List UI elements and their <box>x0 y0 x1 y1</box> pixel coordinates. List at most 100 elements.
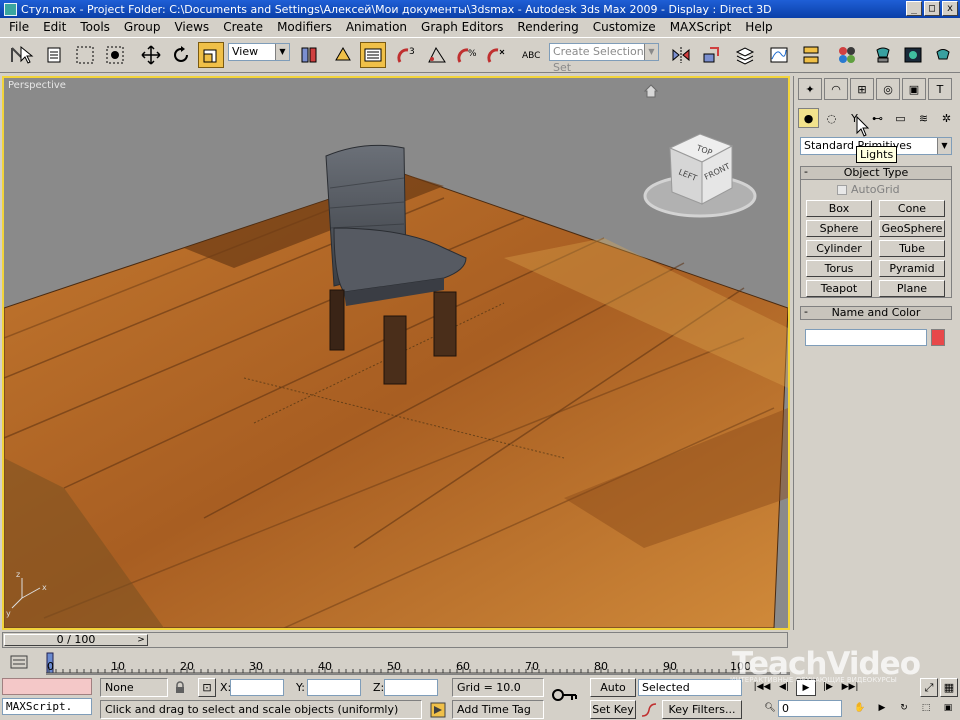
set-key-button[interactable]: Set Key <box>590 700 636 719</box>
menu-file[interactable]: File <box>2 20 36 34</box>
minimize-button[interactable]: _ <box>906 1 922 16</box>
track-bar-ruler[interactable]: 0 10 20 30 40 50 60 70 80 90 100 <box>46 651 790 675</box>
menu-views[interactable]: Views <box>167 20 216 34</box>
perspective-viewport[interactable]: z x y Perspective TOP LEFT FRONT <box>2 76 790 630</box>
maxscript-listener-pink[interactable] <box>2 678 92 695</box>
home-icon[interactable] <box>644 84 658 98</box>
maxscript-mini-listener[interactable]: MAXScript. <box>2 698 92 715</box>
zoom-icon[interactable]: 🔍︎ <box>760 700 780 717</box>
mirror-icon[interactable] <box>668 42 694 68</box>
absolute-mode-transform-icon[interactable]: ⊡ <box>198 678 216 697</box>
menu-group[interactable]: Group <box>117 20 168 34</box>
create-tab-icon[interactable]: ✦ <box>798 78 822 100</box>
motion-tab-icon[interactable]: ◎ <box>876 78 900 100</box>
tube-button[interactable]: Tube <box>879 240 945 257</box>
select-manipulate-icon[interactable] <box>330 42 356 68</box>
viewport-label[interactable]: Perspective <box>8 80 66 91</box>
plane-button[interactable]: Plane <box>879 280 945 297</box>
quick-render-icon[interactable] <box>930 42 956 68</box>
pyramid-button[interactable]: Pyramid <box>879 260 945 277</box>
key-mode-select[interactable]: Selected <box>638 679 742 696</box>
utilities-tab-icon[interactable]: T <box>928 78 952 100</box>
orbit-icon[interactable]: ↻ <box>894 700 914 717</box>
track-bar[interactable]: 0 10 20 30 40 50 60 70 80 90 100 <box>0 651 790 675</box>
key-mode-toggle-icon[interactable]: ⤢ <box>920 678 938 697</box>
named-selection-set-select[interactable]: Create Selection Set ▼ <box>549 43 659 74</box>
edit-named-selection-icon[interactable]: ABC <box>518 42 544 68</box>
region-select-icon[interactable] <box>72 42 98 68</box>
time-slider[interactable]: 0 / 100 > <box>2 632 788 648</box>
add-time-tag[interactable]: Add Time Tag <box>452 700 544 719</box>
y-coordinate-input[interactable] <box>307 679 361 696</box>
material-editor-icon[interactable] <box>834 42 860 68</box>
rendered-frame-window-icon[interactable] <box>900 42 926 68</box>
time-slider-left-arrow[interactable] <box>2 634 14 646</box>
cone-button[interactable]: Cone <box>879 200 945 217</box>
time-configuration-icon[interactable]: ▦ <box>940 678 958 697</box>
menu-edit[interactable]: Edit <box>36 20 73 34</box>
box-button[interactable]: Box <box>806 200 872 217</box>
window-crossing-icon[interactable] <box>102 42 128 68</box>
chevron-right-icon[interactable]: > <box>135 634 147 646</box>
systems-subtab-icon[interactable]: ✲ <box>936 108 957 128</box>
object-color-swatch[interactable] <box>931 329 945 346</box>
menu-customize[interactable]: Customize <box>586 20 663 34</box>
key-filters-button[interactable]: Key Filters... <box>662 700 742 719</box>
reference-coord-select[interactable]: View ▼ <box>228 43 290 61</box>
menu-create[interactable]: Create <box>216 20 270 34</box>
menu-rendering[interactable]: Rendering <box>510 20 585 34</box>
pivot-center-icon[interactable] <box>296 42 322 68</box>
z-coordinate-input[interactable] <box>384 679 438 696</box>
geometry-subtab-icon[interactable]: ● <box>798 108 819 128</box>
x-coordinate-input[interactable] <box>230 679 284 696</box>
angle-snap-icon[interactable] <box>424 42 450 68</box>
mini-curve-editor-icon[interactable] <box>10 655 28 669</box>
schematic-view-icon[interactable] <box>798 42 824 68</box>
display-tab-icon[interactable]: ▣ <box>902 78 926 100</box>
scale-icon[interactable] <box>198 42 224 68</box>
select-object-icon[interactable] <box>14 42 40 68</box>
cylinder-button[interactable]: Cylinder <box>806 240 872 257</box>
close-button[interactable]: x <box>942 1 958 16</box>
object-name-input[interactable] <box>805 329 927 346</box>
teapot-button[interactable]: Teapot <box>806 280 872 297</box>
cameras-subtab-icon[interactable]: ⊷ <box>867 108 888 128</box>
object-type-rollout-header[interactable]: - Object Type <box>800 166 952 180</box>
spinner-snap-icon[interactable] <box>484 42 510 68</box>
current-frame-input[interactable]: 0 <box>778 700 842 717</box>
default-in-out-tangents-icon[interactable] <box>640 702 658 718</box>
field-of-view-icon[interactable]: ▶ <box>872 700 892 717</box>
auto-key-button[interactable]: Auto Key <box>590 678 636 711</box>
menu-graph-editors[interactable]: Graph Editors <box>414 20 510 34</box>
percent-snap-icon[interactable]: % <box>454 42 480 68</box>
align-icon[interactable] <box>698 42 724 68</box>
spacewarps-subtab-icon[interactable]: ≋ <box>913 108 934 128</box>
maximize-button[interactable]: □ <box>924 1 940 16</box>
move-icon[interactable] <box>138 42 164 68</box>
zoom-extents-icon[interactable]: ⬚ <box>916 700 936 717</box>
menu-modifiers[interactable]: Modifiers <box>270 20 339 34</box>
menu-maxscript[interactable]: MAXScript <box>663 20 739 34</box>
autogrid-checkbox[interactable]: AutoGrid <box>837 183 900 196</box>
viewcube[interactable]: TOP LEFT FRONT <box>640 126 760 218</box>
keyboard-shortcut-icon[interactable] <box>360 42 386 68</box>
maximize-viewport-icon[interactable]: ▣ <box>938 700 958 717</box>
shapes-subtab-icon[interactable]: ◌ <box>821 108 842 128</box>
helpers-subtab-icon[interactable]: ▭ <box>890 108 911 128</box>
rotate-icon[interactable] <box>168 42 194 68</box>
hierarchy-tab-icon[interactable]: ⊞ <box>850 78 874 100</box>
key-icon[interactable] <box>552 686 578 704</box>
sphere-button[interactable]: Sphere <box>806 220 872 237</box>
pan-view-icon[interactable]: ✋ <box>850 700 870 717</box>
modify-tab-icon[interactable]: ◠ <box>824 78 848 100</box>
time-slider-thumb[interactable]: 0 / 100 <box>4 634 148 646</box>
lock-icon[interactable] <box>174 681 186 694</box>
snaps-toggle-icon[interactable]: 3 <box>394 42 420 68</box>
layer-manager-icon[interactable] <box>732 42 758 68</box>
menu-animation[interactable]: Animation <box>339 20 414 34</box>
geosphere-button[interactable]: GeoSphere <box>879 220 945 237</box>
torus-button[interactable]: Torus <box>806 260 872 277</box>
render-setup-icon[interactable] <box>870 42 896 68</box>
menu-help[interactable]: Help <box>738 20 779 34</box>
select-by-name-icon[interactable] <box>42 42 68 68</box>
